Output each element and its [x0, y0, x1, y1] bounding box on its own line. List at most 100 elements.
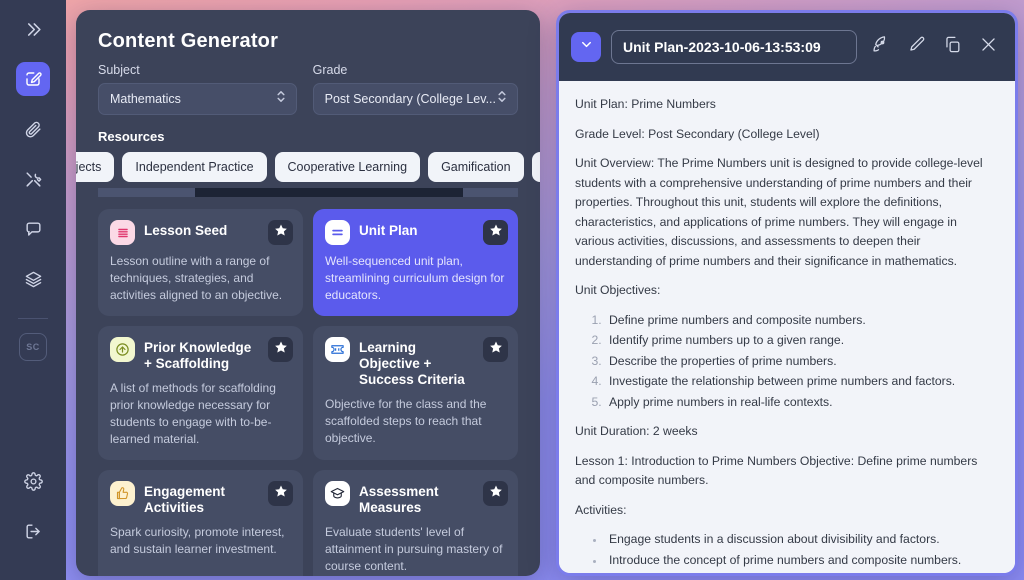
resource-card-grid: Lesson Seed Lesson outline with a range o…: [76, 209, 540, 576]
resource-card[interactable]: Lesson Seed Lesson outline with a range o…: [98, 209, 303, 316]
resource-tab[interactable]: Independent Practice: [122, 152, 266, 182]
filter-fields: Subject Mathematics Grade Post Secondary…: [98, 63, 518, 115]
logout-button[interactable]: [16, 514, 50, 548]
resources-tabbar: Objects Independent Practice Cooperative L…: [76, 152, 540, 182]
resource-card-header: Unit Plan: [325, 220, 506, 245]
resource-tab[interactable]: C: [532, 152, 540, 182]
sidebar-item-attachments[interactable]: [16, 112, 50, 146]
favorite-star-button[interactable]: [483, 220, 508, 245]
copy-icon: [943, 35, 962, 59]
resource-card[interactable]: Unit Plan Well-sequenced unit plan, strea…: [313, 209, 518, 316]
sidebar-item-content-generator[interactable]: [16, 62, 50, 96]
doc-duration-line: Unit Duration: 2 weeks: [575, 422, 997, 442]
favorite-star-button[interactable]: [268, 481, 293, 506]
doc-objective-item: Define prime numbers and composite numbe…: [605, 311, 997, 331]
grade-label: Grade: [313, 63, 518, 77]
sidebar-item-chat[interactable]: [16, 212, 50, 246]
subject-field: Subject Mathematics: [98, 63, 297, 115]
sidebar-item-library[interactable]: [16, 262, 50, 296]
resource-card-description: Objective for the class and the scaffold…: [325, 396, 506, 447]
document-header: [559, 13, 1015, 81]
subject-select[interactable]: Mathematics: [98, 83, 297, 115]
page-title: Content Generator: [98, 30, 518, 53]
star-icon: [274, 484, 288, 503]
resource-card-title: Unit Plan: [359, 220, 418, 239]
grade-select[interactable]: Post Secondary (College Lev...: [313, 83, 518, 115]
doc-lesson-line: Lesson 1: Introduction to Prime Numbers …: [575, 452, 997, 491]
publish-button[interactable]: [867, 34, 893, 60]
resource-card[interactable]: Prior Knowledge + Scaffolding A list of m…: [98, 326, 303, 460]
resource-card-header: Lesson Seed: [110, 220, 291, 245]
gear-icon: [24, 472, 43, 491]
resource-tab[interactable]: Cooperative Learning: [275, 152, 421, 182]
resource-card-description: Well-sequenced unit plan, streamlining c…: [325, 253, 506, 304]
chevron-updown-icon: [496, 89, 508, 109]
resource-card-title: Prior Knowledge + Scaffolding: [144, 337, 259, 372]
resource-tab[interactable]: Objects: [76, 152, 114, 182]
resource-card[interactable]: Learning Objective + Success Criteria Obj…: [313, 326, 518, 460]
tabs-scrollbar-thumb[interactable]: [195, 188, 464, 197]
workspace-badge[interactable]: SC: [19, 333, 47, 361]
resource-tabs: Objects Independent Practice Cooperative L…: [76, 152, 540, 182]
doc-overview-paragraph: Unit Overview: The Prime Numbers unit is…: [575, 154, 997, 271]
rocket-icon: [871, 35, 890, 59]
generator-top-section: Content Generator Subject Mathematics Gr…: [76, 10, 540, 144]
doc-objectives-heading: Unit Objectives:: [575, 281, 997, 301]
resource-card[interactable]: Engagement Activities Spark curiosity, pr…: [98, 470, 303, 576]
tabs-scrollbar-track[interactable]: [98, 188, 518, 197]
resources-label: Resources: [98, 129, 518, 144]
sidebar-item-tools[interactable]: [16, 162, 50, 196]
expand-collapse-button[interactable]: [571, 32, 601, 62]
doc-activities-list: Engage students in a discussion about di…: [575, 530, 997, 576]
resource-card-title: Lesson Seed: [144, 220, 227, 239]
document-title-input[interactable]: [611, 30, 857, 64]
doc-activity-item: Provide examples and non-examples of pri…: [605, 571, 997, 576]
edit-square-icon: [24, 70, 42, 88]
resource-card-description: Spark curiosity, promote interest, and s…: [110, 524, 291, 558]
graduation-cap-icon: [325, 481, 350, 506]
left-rail: SC: [0, 0, 66, 580]
favorite-star-button[interactable]: [268, 337, 293, 362]
favorite-star-button[interactable]: [483, 481, 508, 506]
resource-card-header: Prior Knowledge + Scaffolding: [110, 337, 291, 372]
star-icon: [489, 223, 503, 242]
resource-card-header: Engagement Activities: [110, 481, 291, 516]
grade-field: Grade Post Secondary (College Lev...: [313, 63, 518, 115]
star-icon: [274, 223, 288, 242]
rail-top-group: SC: [16, 0, 50, 361]
speech-bubble-icon: [24, 220, 43, 239]
resource-card-title: Learning Objective + Success Criteria: [359, 337, 474, 388]
favorite-star-button[interactable]: [268, 220, 293, 245]
doc-grade-level-line: Grade Level: Post Secondary (College Lev…: [575, 125, 997, 145]
layers-icon: [24, 270, 43, 289]
doc-objectives-list: Define prime numbers and composite numbe…: [575, 311, 997, 413]
doc-objective-item: Apply prime numbers in real-life context…: [605, 393, 997, 413]
favorite-star-button[interactable]: [483, 337, 508, 362]
doc-objective-item: Describe the properties of prime numbers…: [605, 352, 997, 372]
double-chevron-right-icon: [24, 20, 43, 39]
resource-card-description: Lesson outline with a range of technique…: [110, 253, 291, 304]
thumbs-up-icon: [110, 481, 135, 506]
close-button[interactable]: [975, 34, 1001, 60]
lines-list-icon: [110, 220, 135, 245]
star-icon: [274, 340, 288, 359]
copy-button[interactable]: [939, 34, 965, 60]
workspace-badge-label: SC: [26, 342, 40, 352]
settings-button[interactable]: [16, 464, 50, 498]
doc-activity-item: Engage students in a discussion about di…: [605, 530, 997, 550]
resource-card-title: Engagement Activities: [144, 481, 259, 516]
resource-tab[interactable]: Gamification: [428, 152, 523, 182]
edit-button[interactable]: [903, 34, 929, 60]
paperclip-icon: [24, 120, 43, 139]
doc-objective-item: Identify prime numbers up to a given ran…: [605, 331, 997, 351]
arrow-up-circle-icon: [110, 337, 135, 362]
collapse-expand-button[interactable]: [16, 12, 50, 46]
resource-card-description: A list of methods for scaffolding prior …: [110, 380, 291, 448]
subject-label: Subject: [98, 63, 297, 77]
resource-card-description: Evaluate students' level of attainment i…: [325, 524, 506, 575]
document-body[interactable]: Unit Plan: Prime Numbers Grade Level: Po…: [559, 81, 1015, 576]
chevron-down-icon: [579, 37, 594, 57]
resource-card[interactable]: Assessment MeasuresEvaluate students' le…: [313, 470, 518, 576]
doc-objective-item: Investigate the relationship between pri…: [605, 372, 997, 392]
grade-select-value: Post Secondary (College Lev...: [325, 92, 496, 106]
